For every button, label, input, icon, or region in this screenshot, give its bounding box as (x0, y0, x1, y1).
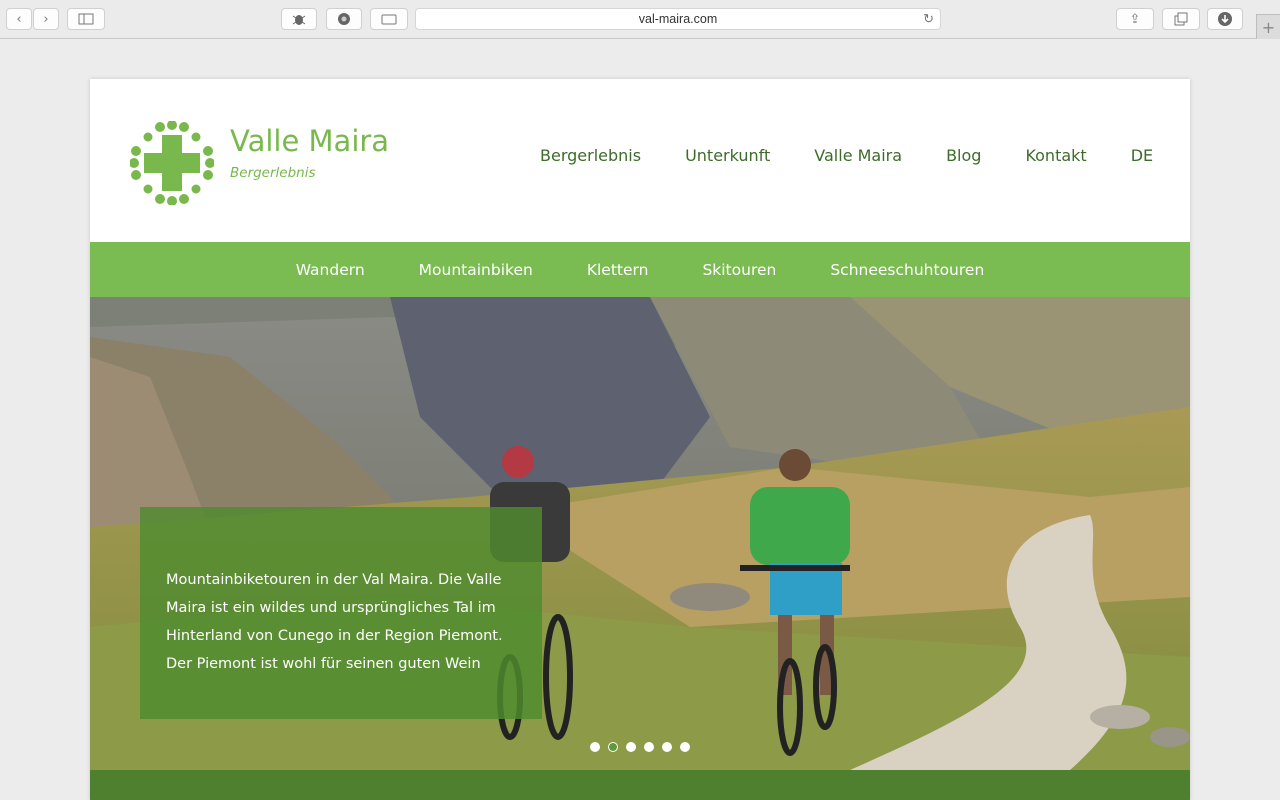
plus-icon[interactable]: + (1256, 14, 1280, 39)
hero-caption-text: Mountainbiketouren in der Val Maira. Die… (166, 572, 503, 672)
site-subtitle: Bergerlebnis (230, 165, 316, 181)
subnav-skitouren[interactable]: Skitouren (702, 261, 776, 279)
back-arrow-icon[interactable]: ‹ (6, 8, 32, 30)
tabs-icon[interactable] (1162, 8, 1200, 30)
content-bar (90, 770, 1190, 800)
slide-dot-5[interactable] (662, 742, 672, 752)
main-nav: Bergerlebnis Unterkunft Valle Maira Blog… (540, 146, 1190, 170)
slide-dot-2[interactable] (608, 742, 618, 752)
slide-dot-1[interactable] (590, 742, 600, 752)
browser-toolbar: ‹ › val-maira.com ↻ ⇪ + (0, 0, 1280, 39)
forward-arrow-icon[interactable]: › (33, 8, 59, 30)
hero-slider[interactable]: Mountainbiketouren in der Val Maira. Die… (90, 297, 1190, 770)
valle-maira-logo-icon[interactable] (130, 121, 214, 205)
address-bar[interactable]: val-maira.com ↻ (415, 8, 941, 30)
nav-language-de[interactable]: DE (1131, 146, 1153, 170)
nav-bergerlebnis[interactable]: Bergerlebnis (540, 146, 641, 170)
slide-dot-3[interactable] (626, 742, 636, 752)
subnav-schneeschuhtouren[interactable]: Schneeschuhtouren (830, 261, 984, 279)
eye-icon[interactable] (326, 8, 362, 30)
nav-blog[interactable]: Blog (946, 146, 981, 170)
nav-valle-maira[interactable]: Valle Maira (814, 146, 902, 170)
subnav-klettern[interactable]: Klettern (587, 261, 649, 279)
bug-icon[interactable] (281, 8, 317, 30)
url-text: val-maira.com (638, 12, 718, 26)
hero-caption: Mountainbiketouren in der Val Maira. Die… (140, 507, 542, 719)
share-icon[interactable]: ⇪ (1116, 8, 1154, 30)
subnav-mountainbiken[interactable]: Mountainbiken (419, 261, 533, 279)
nav-unterkunft[interactable]: Unterkunft (685, 146, 770, 170)
web-page: Valle Maira Bergerlebnis Bergerlebnis Un… (90, 79, 1190, 800)
slide-dot-6[interactable] (680, 742, 690, 752)
nav-kontakt[interactable]: Kontakt (1025, 146, 1086, 170)
slide-dot-4[interactable] (644, 742, 654, 752)
site-header: Valle Maira Bergerlebnis Bergerlebnis Un… (90, 79, 1190, 242)
reload-icon[interactable]: ↻ (923, 11, 934, 27)
keyboard-icon[interactable] (370, 8, 408, 30)
subnav-wandern[interactable]: Wandern (296, 261, 365, 279)
activity-nav: Wandern Mountainbiken Klettern Skitouren… (90, 242, 1190, 297)
site-title[interactable]: Valle Maira (230, 124, 389, 158)
download-icon[interactable] (1207, 8, 1243, 30)
sidebar-icon[interactable] (67, 8, 105, 30)
slider-pagination (590, 742, 698, 752)
